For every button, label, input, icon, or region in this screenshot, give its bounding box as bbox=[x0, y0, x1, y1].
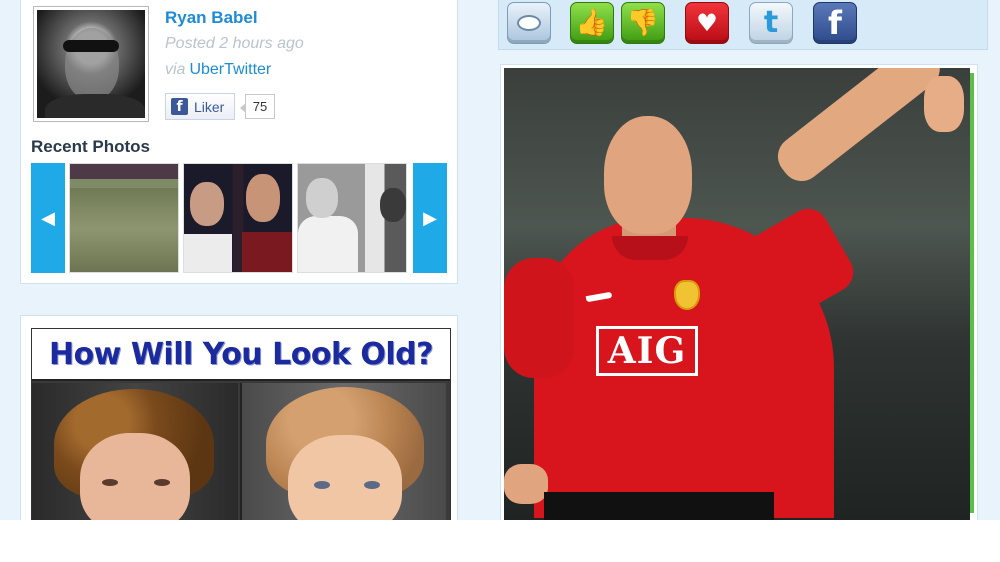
avatar-shirt bbox=[45, 94, 145, 118]
avatar-face bbox=[65, 28, 119, 100]
thumb-figure bbox=[246, 174, 280, 222]
ad-card: How Will You Look Old? bbox=[20, 315, 458, 520]
photo-hand bbox=[504, 464, 548, 504]
photo-edge-accent bbox=[970, 73, 974, 513]
photo-sleeve bbox=[504, 258, 574, 378]
carousel-next-button[interactable]: ▶ bbox=[413, 163, 447, 273]
club-crest bbox=[674, 280, 700, 310]
ad-banner[interactable]: How Will You Look Old? bbox=[31, 328, 451, 520]
recent-photos-title: Recent Photos bbox=[31, 137, 151, 156]
thumb-figure bbox=[380, 188, 406, 222]
ad-eye bbox=[102, 479, 118, 486]
photo-carousel: ◀ ▶ bbox=[31, 163, 447, 273]
shirt-sponsor: AIG bbox=[596, 326, 698, 376]
avatar[interactable] bbox=[33, 6, 149, 122]
heart-icon: ♥ bbox=[696, 9, 718, 37]
thumb-figure bbox=[242, 232, 292, 272]
like-count: 75 bbox=[240, 94, 275, 119]
profile-card: Ryan Babel Posted 2 hours ago via UberTwi… bbox=[20, 0, 458, 284]
ad-face-aged bbox=[240, 383, 446, 520]
ad-face bbox=[80, 433, 190, 520]
via-label: via bbox=[165, 61, 186, 78]
ad-face-real bbox=[32, 383, 238, 520]
ad-eye bbox=[364, 481, 380, 489]
thumbs-down-button[interactable]: 👎 bbox=[621, 2, 665, 44]
chevron-right-icon: ▶ bbox=[423, 207, 437, 228]
twitter-share-button[interactable]: t bbox=[749, 2, 793, 44]
thumbnail-pitch[interactable] bbox=[69, 163, 179, 273]
ad-headline: How Will You Look Old? bbox=[32, 329, 450, 381]
photo-head bbox=[604, 116, 692, 234]
love-button[interactable]: ♥ bbox=[685, 2, 729, 44]
thumbs-up-button[interactable]: 👍 bbox=[570, 2, 614, 44]
photo-arm bbox=[769, 68, 948, 190]
facebook-like-button[interactable]: f Liker bbox=[165, 93, 235, 120]
main-photo[interactable]: AIG bbox=[504, 68, 970, 520]
photo-shorts bbox=[544, 492, 774, 520]
share-toolbar: 👍 👎 ♥ t f bbox=[498, 0, 988, 50]
comment-button[interactable] bbox=[507, 2, 551, 44]
comment-icon bbox=[517, 15, 541, 31]
facebook-icon: f bbox=[828, 4, 842, 42]
carousel-prev-button[interactable]: ◀ bbox=[31, 163, 65, 273]
posted-time: Posted 2 hours ago bbox=[165, 35, 304, 52]
page-background: Ryan Babel Posted 2 hours ago via UberTwi… bbox=[0, 0, 1000, 520]
facebook-icon: f bbox=[171, 98, 188, 115]
facebook-share-button[interactable]: f bbox=[813, 2, 857, 44]
thumb-figure bbox=[190, 182, 224, 226]
photo-collar bbox=[612, 236, 688, 260]
ad-eye bbox=[154, 479, 170, 486]
avatar-photo bbox=[37, 10, 145, 118]
ad-eye bbox=[314, 481, 330, 489]
thumbs-up-icon: 👍 bbox=[575, 8, 609, 38]
avatar-sunglasses bbox=[63, 40, 119, 52]
twitter-icon: t bbox=[763, 5, 779, 40]
thumbnail-players[interactable] bbox=[183, 163, 293, 273]
like-label: Liker bbox=[194, 98, 225, 115]
via-app-link[interactable]: UberTwitter bbox=[189, 61, 271, 78]
thumbnail-friends[interactable] bbox=[297, 163, 407, 273]
thumb-figure bbox=[184, 234, 232, 272]
thumbs-down-icon: 👎 bbox=[626, 8, 660, 38]
user-name-link[interactable]: Ryan Babel bbox=[165, 8, 258, 28]
thumb-figure bbox=[298, 216, 358, 272]
chevron-left-icon: ◀ bbox=[41, 207, 55, 228]
thumb-figure bbox=[306, 178, 338, 218]
main-photo-frame: AIG bbox=[500, 64, 978, 520]
via-line: via UberTwitter bbox=[165, 61, 271, 79]
ad-face bbox=[288, 435, 402, 520]
photo-hand bbox=[924, 76, 964, 132]
